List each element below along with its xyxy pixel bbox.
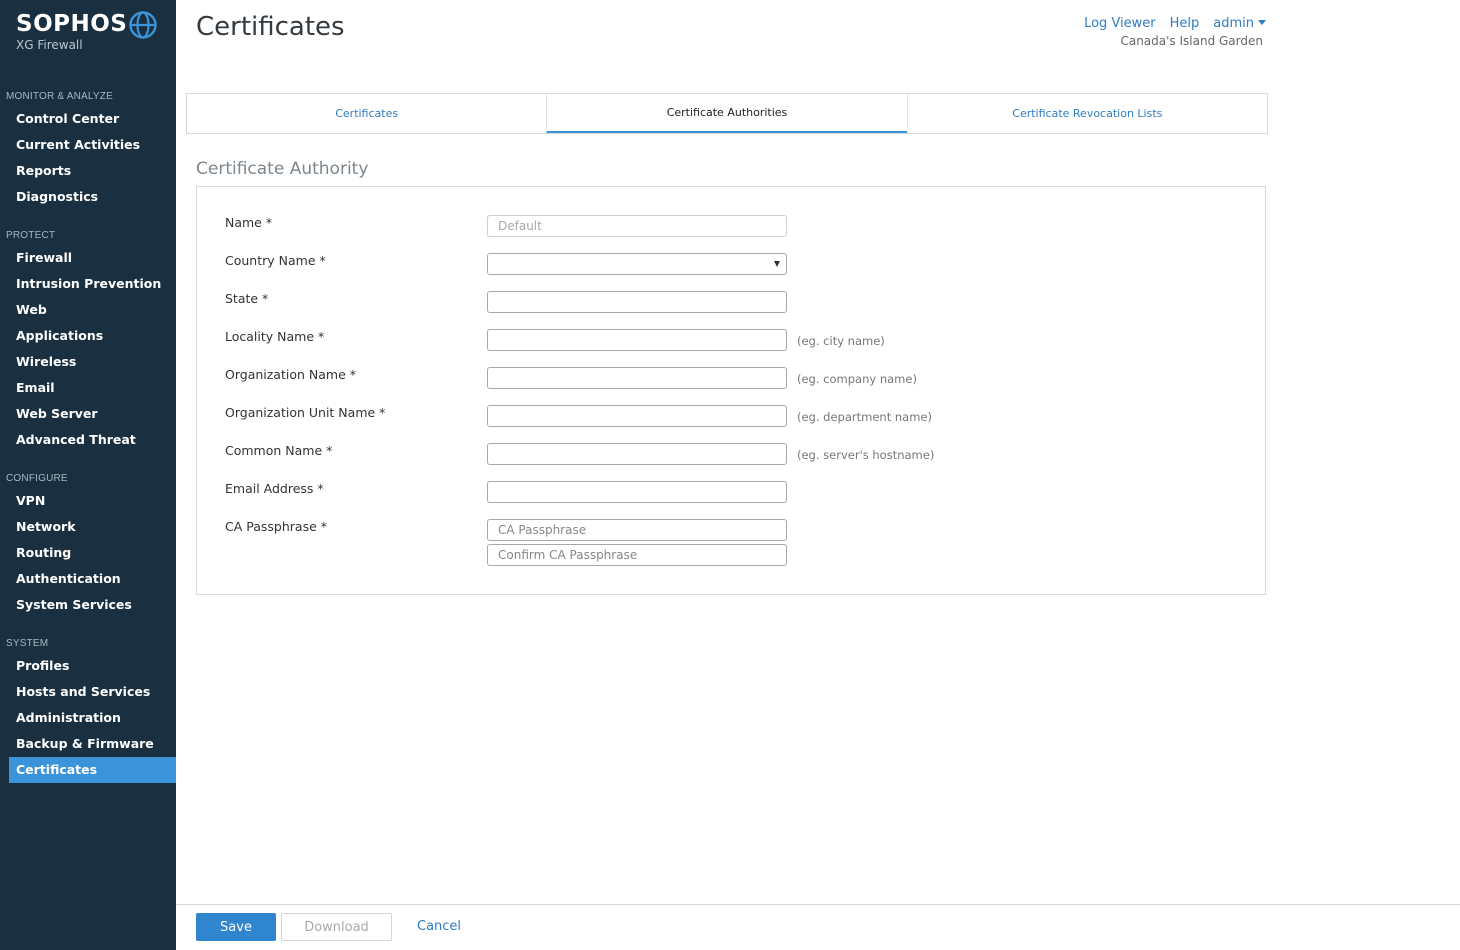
name-label: Name * — [225, 215, 273, 230]
locality-hint: (eg. city name) — [797, 334, 885, 348]
email-input[interactable] — [487, 481, 787, 503]
sidebar-item-wireless[interactable]: Wireless — [9, 349, 176, 375]
dropdown-arrow-icon — [774, 261, 780, 267]
state-label: State * — [225, 291, 269, 306]
sidebar-item-current-activities[interactable]: Current Activities — [9, 132, 176, 158]
chevron-down-icon — [1258, 20, 1266, 25]
sidebar-item-intrusion-prevention[interactable]: Intrusion Prevention — [9, 271, 176, 297]
tab-certificate-revocation-lists[interactable]: Certificate Revocation Lists — [906, 94, 1267, 133]
sidebar-item-advanced-threat[interactable]: Advanced Threat — [9, 427, 176, 453]
sidebar-item-authentication[interactable]: Authentication — [9, 566, 176, 592]
tab-bar: Certificates Certificate Authorities Cer… — [186, 93, 1268, 134]
sidebar-item-web-server[interactable]: Web Server — [9, 401, 176, 427]
common-name-input[interactable] — [487, 443, 787, 465]
confirm-passphrase-input[interactable] — [487, 544, 787, 566]
tab-certificate-authorities[interactable]: Certificate Authorities — [546, 94, 907, 133]
sidebar-item-reports[interactable]: Reports — [9, 158, 176, 184]
sidebar-item-profiles[interactable]: Profiles — [9, 653, 176, 679]
locality-input[interactable] — [487, 329, 787, 351]
organization-hint: (eg. company name) — [797, 372, 917, 386]
nav-section-configure: CONFIGURE — [6, 473, 68, 484]
org-name: Canada's Island Garden — [1120, 34, 1263, 48]
locality-label: Locality Name * — [225, 329, 325, 344]
common-name-label: Common Name * — [225, 443, 333, 458]
organization-label: Organization Name * — [225, 367, 356, 382]
brand-name: SOPHOS — [16, 11, 128, 37]
download-button[interactable]: Download — [281, 913, 392, 941]
page-title: Certificates — [196, 12, 345, 42]
nav-section-system: SYSTEM — [6, 638, 49, 649]
passphrase-input[interactable] — [487, 519, 787, 541]
sidebar-item-vpn[interactable]: VPN — [9, 488, 176, 514]
sidebar-item-email[interactable]: Email — [9, 375, 176, 401]
name-input[interactable] — [487, 215, 787, 237]
sidebar-item-diagnostics[interactable]: Diagnostics — [9, 184, 176, 210]
sidebar-item-applications[interactable]: Applications — [9, 323, 176, 349]
sidebar-item-hosts-and-services[interactable]: Hosts and Services — [9, 679, 176, 705]
sidebar-item-network[interactable]: Network — [9, 514, 176, 540]
brand: SOPHOS XG Firewall — [16, 10, 127, 52]
org-unit-input[interactable] — [487, 405, 787, 427]
log-viewer-link[interactable]: Log Viewer — [1084, 16, 1156, 31]
sidebar-item-certificates[interactable]: Certificates — [9, 757, 176, 783]
sidebar-item-administration[interactable]: Administration — [9, 705, 176, 731]
common-name-hint: (eg. server's hostname) — [797, 448, 935, 462]
section-title: Certificate Authority — [196, 159, 369, 179]
top-links: Log Viewer Help admin — [1070, 16, 1266, 31]
state-input[interactable] — [487, 291, 787, 313]
sophos-globe-icon — [129, 11, 157, 39]
country-label: Country Name * — [225, 253, 326, 268]
sidebar-item-routing[interactable]: Routing — [9, 540, 176, 566]
sidebar: SOPHOS XG Firewall MONITOR & ANALYZE Con… — [0, 0, 176, 950]
user-menu[interactable]: admin — [1213, 16, 1266, 31]
help-link[interactable]: Help — [1170, 16, 1200, 31]
brand-product: XG Firewall — [16, 38, 83, 52]
sidebar-item-control-center[interactable]: Control Center — [9, 106, 176, 132]
tab-certificates[interactable]: Certificates — [187, 94, 546, 133]
org-unit-label: Organization Unit Name * — [225, 405, 386, 420]
nav-section-protect: PROTECT — [6, 230, 56, 241]
organization-input[interactable] — [487, 367, 787, 389]
passphrase-label: CA Passphrase * — [225, 519, 327, 534]
user-name: admin — [1213, 16, 1254, 31]
sidebar-item-web[interactable]: Web — [9, 297, 176, 323]
org-unit-hint: (eg. department name) — [797, 410, 932, 424]
sidebar-item-system-services[interactable]: System Services — [9, 592, 176, 618]
nav-section-monitor: MONITOR & ANALYZE — [6, 91, 113, 102]
sidebar-item-firewall[interactable]: Firewall — [9, 245, 176, 271]
cancel-link[interactable]: Cancel — [417, 919, 461, 934]
save-button[interactable]: Save — [196, 913, 276, 941]
sidebar-item-backup-firmware[interactable]: Backup & Firmware — [9, 731, 176, 757]
country-select[interactable] — [487, 253, 787, 275]
email-label: Email Address * — [225, 481, 324, 496]
